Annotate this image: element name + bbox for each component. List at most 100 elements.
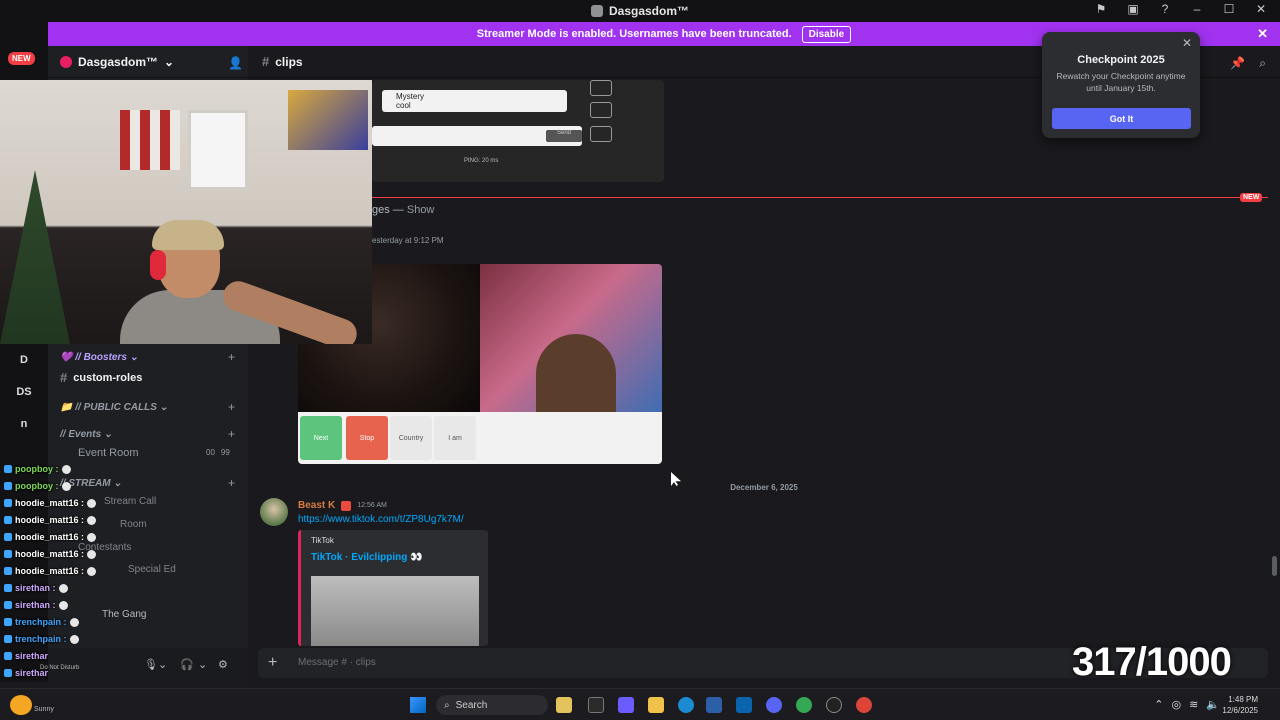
game-chat-name: Mystery — [396, 92, 424, 101]
channel-the-gang[interactable]: The Gang — [102, 609, 146, 620]
weather-icon[interactable] — [10, 695, 32, 715]
chat-badge-icon — [4, 635, 12, 643]
date-divider: December 6, 2025 — [730, 483, 798, 492]
screen-icon[interactable]: ▣ — [1124, 2, 1142, 16]
message-timestamp: esterday at 9:12 PM — [372, 236, 444, 245]
app-icon — [590, 5, 603, 17]
channel-stream-call[interactable]: Stream Call — [104, 496, 156, 507]
add-channel-icon[interactable]: + — [228, 350, 235, 364]
chat-badge-icon — [4, 465, 12, 473]
copilot-icon[interactable] — [618, 697, 634, 713]
show-link[interactable]: Show — [407, 204, 435, 216]
server-icon — [60, 55, 72, 68]
game-chat-text: cool — [396, 101, 411, 110]
avatar[interactable] — [260, 498, 288, 526]
add-attachment-icon[interactable]: + — [268, 654, 277, 672]
controller-icon — [590, 126, 612, 142]
clock[interactable]: 1:48 PM 12/6/2025 — [1222, 694, 1258, 716]
outlook-icon[interactable] — [736, 697, 752, 713]
chat-badge-icon — [4, 601, 12, 609]
volume-icon[interactable]: 🔈 — [1206, 698, 1220, 711]
game-chat-bubble: Mystery cool — [382, 90, 567, 112]
chat-username: sirethan : — [15, 583, 56, 593]
chat-scrollbar[interactable] — [1272, 556, 1277, 576]
chat-emote-icon — [87, 515, 97, 525]
ignored-messages: ges — Show — [372, 204, 434, 216]
chat-username: hoodie_matt16 : — [15, 532, 85, 542]
category-events[interactable]: // Events ⌄ — [60, 429, 112, 440]
popup-close-icon[interactable]: ✕ — [1182, 36, 1192, 50]
webcam-headset — [150, 250, 166, 280]
count-b: 99 — [220, 448, 230, 457]
window-title: Dasgasdom™ — [590, 4, 689, 18]
taskbar-search-label: Search — [455, 699, 488, 711]
chat-overlay-line: hoodie_matt16 : — [4, 498, 97, 508]
channel-event-room[interactable]: Event Room — [78, 447, 139, 459]
message-link[interactable]: https://www.tiktok.com/t/ZP8Ug7k7M/ — [298, 514, 464, 525]
chevron-down-icon[interactable]: ⌄ — [158, 658, 167, 671]
author-name[interactable]: Beast K — [298, 500, 335, 511]
windows-start-icon[interactable] — [410, 697, 426, 713]
chat-username: hoodie_matt16 : — [15, 566, 85, 576]
pin-icon[interactable]: 📌 — [1230, 56, 1245, 71]
inbox-icon[interactable]: ⚑ — [1092, 2, 1110, 16]
obs-icon[interactable] — [826, 697, 842, 713]
embed-title[interactable]: TikTok · Evilclipping 👀 — [311, 552, 423, 563]
maximize-icon[interactable]: ☐ — [1220, 2, 1238, 16]
banner-close-icon[interactable]: ✕ — [1257, 26, 1268, 42]
clock-time: 1:48 PM — [1228, 695, 1258, 704]
weather-app-icon[interactable] — [556, 697, 572, 713]
chat-badge-icon — [4, 652, 12, 660]
chat-username: hoodie_matt16 : — [15, 515, 85, 525]
taskbar-search[interactable]: ⌕ Search — [436, 695, 548, 715]
server-header[interactable]: Dasgasdom™ ⌄ — [48, 46, 248, 78]
edge-icon[interactable] — [678, 697, 694, 713]
task-view-icon[interactable] — [588, 697, 604, 713]
chat-badge-icon — [4, 482, 12, 490]
chevron-down-icon[interactable]: ⌄ — [198, 658, 207, 671]
close-window-icon[interactable]: ✕ — [1252, 2, 1270, 16]
invite-icon[interactable]: 👤 — [228, 56, 243, 70]
popup-body: Rewatch your Checkpoint anytime until Ja… — [1056, 71, 1186, 93]
add-channel-icon[interactable]: + — [228, 476, 235, 490]
headphones-icon[interactable]: 🎧 — [180, 658, 194, 671]
disable-button[interactable]: Disable — [801, 25, 852, 43]
chevron-up-icon[interactable]: ⌃ — [1154, 698, 1163, 711]
chat-emote-icon — [87, 549, 97, 559]
server-n[interactable]: n — [12, 418, 36, 430]
channel-special-ed[interactable]: Special Ed — [128, 564, 176, 575]
message-time: 12:56 AM — [357, 502, 387, 509]
webcam-overlay — [0, 80, 372, 344]
category-boosters[interactable]: 💜 // Boosters ⌄ — [60, 352, 138, 363]
chrome-icon[interactable] — [796, 697, 812, 713]
store-icon[interactable] — [706, 697, 722, 713]
file-explorer-icon[interactable] — [648, 697, 664, 713]
embed-thumbnail[interactable] — [311, 576, 479, 646]
network-icon[interactable]: ◎ — [1171, 698, 1181, 711]
add-channel-icon[interactable]: + — [228, 400, 235, 414]
category-public-calls[interactable]: 📁 // PUBLIC CALLS ⌄ — [60, 402, 168, 413]
server-ds[interactable]: DS — [12, 386, 36, 398]
help-icon[interactable]: ? — [1156, 2, 1174, 16]
add-channel-icon[interactable]: + — [228, 427, 235, 441]
title-bar: Dasgasdom™ ⚑ ▣ ? – ☐ ✕ — [0, 0, 1280, 22]
settings-gear-icon[interactable]: ⚙ — [218, 658, 228, 671]
keyboard-icon — [590, 102, 612, 118]
chat-username: sirethan : — [15, 600, 56, 610]
chat-overlay-line: sirethan : — [4, 600, 68, 610]
browser-icon[interactable] — [856, 697, 872, 713]
mic-icon[interactable]: 🎙 — [144, 658, 158, 671]
channel-custom-roles[interactable]: # custom-roles — [60, 370, 142, 385]
wifi-icon[interactable]: ≋ — [1189, 698, 1198, 711]
game-screenshot[interactable]: Mystery cool Send PING: 20 ms — [372, 80, 664, 182]
channel-room[interactable]: Room — [120, 519, 147, 530]
minimize-icon[interactable]: – — [1188, 2, 1206, 16]
server-d[interactable]: D — [12, 354, 36, 366]
got-it-button[interactable]: Got It — [1052, 108, 1191, 129]
event-room-counts: 00 99 — [206, 448, 230, 457]
search-icon[interactable]: ⌕ — [1259, 56, 1266, 71]
discord-icon[interactable] — [766, 697, 782, 713]
chat-badge-icon — [4, 516, 12, 524]
category-events-label: // Events — [60, 429, 102, 440]
ignored-text: ges — — [372, 204, 407, 216]
